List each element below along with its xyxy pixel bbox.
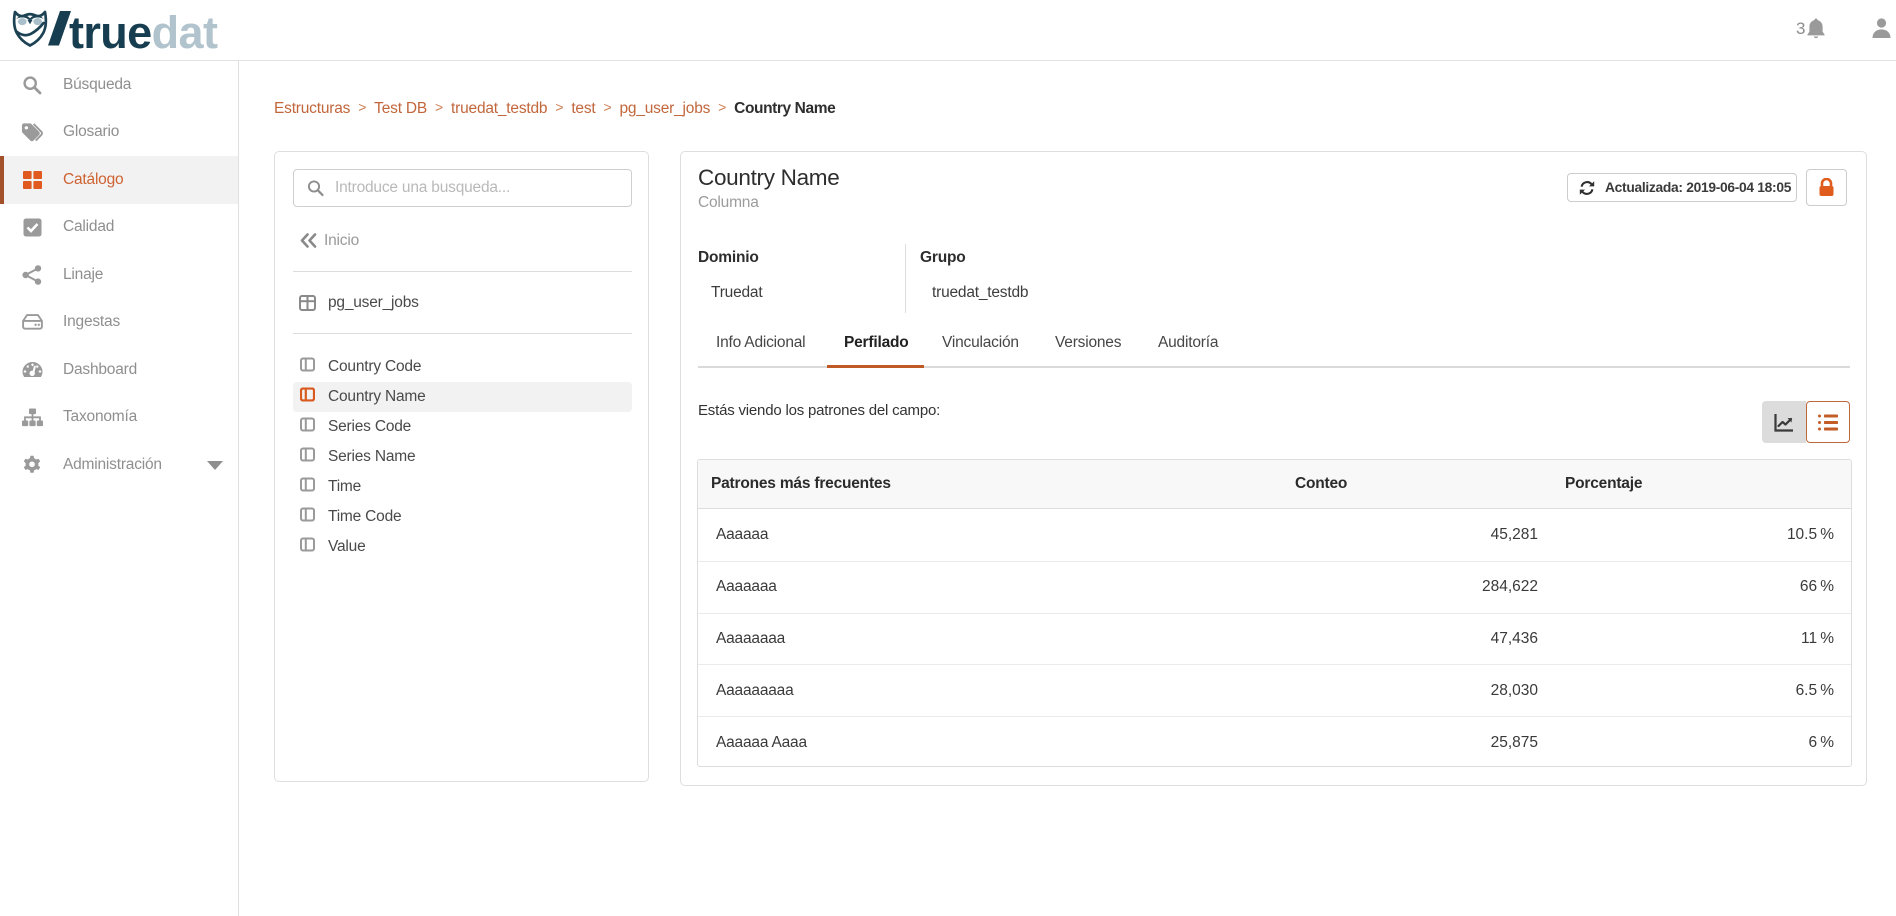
svg-text:truedat: truedat [69,7,218,58]
